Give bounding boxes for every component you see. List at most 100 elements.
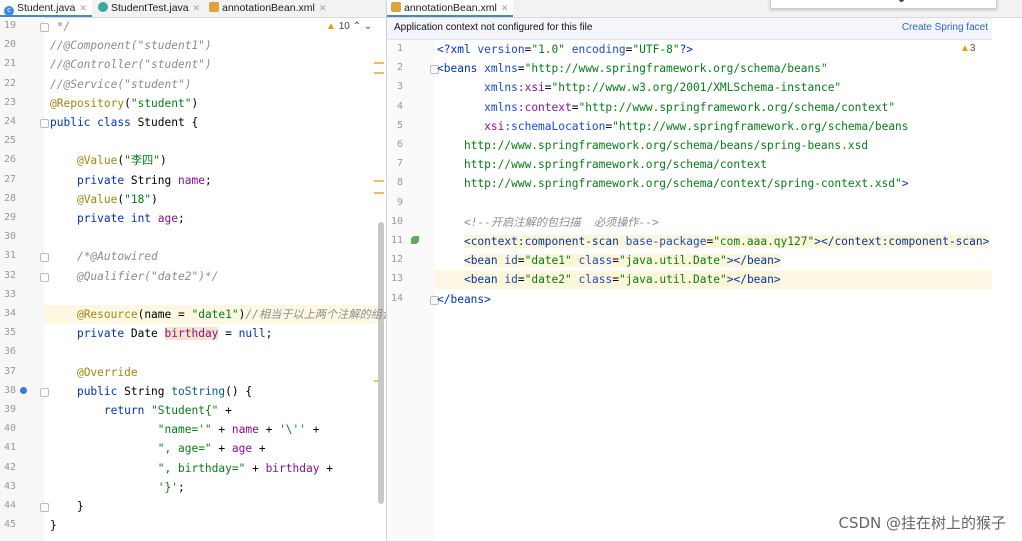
line-number: 10 [390, 215, 403, 227]
code-line[interactable]: xsi:schemaLocation="http://www.springfra… [437, 117, 908, 136]
code-line[interactable]: <bean id="date1" class="java.util.Date">… [437, 251, 781, 270]
code-line[interactable]: private String name; [50, 171, 212, 190]
line-number: 40 [3, 423, 16, 435]
chevron-down-icon[interactable]: ⌄ [364, 21, 372, 32]
scroll-marker[interactable] [374, 72, 384, 74]
code-line[interactable]: "name='" + name + '\'' + [50, 420, 320, 439]
line-number: 23 [3, 96, 16, 108]
line-number: 35 [3, 327, 16, 339]
code-line[interactable]: <?xml version="1.0" encoding="UTF-8"?> [437, 40, 693, 59]
code-line[interactable]: public class Student { [50, 113, 198, 132]
code-line[interactable]: <beans xmlns="http://www.springframework… [437, 59, 828, 78]
popup-window [770, 0, 997, 9]
create-spring-facet-link[interactable]: Create Spring facet [902, 22, 988, 33]
code-line[interactable]: <!--开启注解的包扫描 必须操作--> [437, 213, 659, 232]
line-number: 9 [396, 196, 403, 208]
chevron-up-icon[interactable]: ⌃ [353, 21, 361, 32]
close-icon[interactable]: ✕ [79, 3, 87, 13]
tab-label: StudentTest.java [111, 2, 189, 14]
tab-annotationbean-xml[interactable]: annotationBean.xml ✕ [205, 0, 334, 17]
code-line[interactable]: xmlns:context="http://www.springframewor… [437, 98, 895, 117]
notice-text: Application context not configured for t… [394, 22, 593, 33]
warning-icon: ▲ [326, 21, 336, 32]
right-gutter [387, 40, 435, 541]
popup-dot [899, 0, 904, 2]
code-line[interactable]: @Repository("student") [50, 94, 198, 113]
line-number: 32 [3, 269, 16, 281]
inspection-warnings-widget[interactable]: ▲3 [960, 43, 975, 54]
right-editor-pane: annotationBean.xml ✕ Application context … [387, 0, 1022, 541]
fold-toggle-icon[interactable] [40, 119, 49, 128]
tab-studenttest-java[interactable]: StudentTest.java ✕ [94, 0, 204, 17]
fold-toggle-icon[interactable] [40, 23, 49, 32]
code-line[interactable]: http://www.springframework.org/schema/co… [437, 155, 767, 174]
line-number: 39 [3, 404, 16, 415]
code-line[interactable]: ", age=" + age + [50, 439, 266, 458]
code-line[interactable]: ", birthday=" + birthday + [50, 459, 333, 478]
close-icon[interactable]: ✕ [501, 3, 509, 13]
override-method-icon[interactable] [20, 386, 27, 394]
code-line[interactable]: */ [50, 17, 70, 36]
warning-count: 3 [969, 43, 976, 54]
fold-toggle-icon[interactable] [40, 272, 49, 282]
code-line[interactable]: </beans> [437, 290, 491, 309]
fold-toggle-icon[interactable] [40, 253, 49, 263]
close-icon[interactable]: ✕ [193, 3, 201, 13]
code-line[interactable]: private Date birthday = null; [50, 324, 272, 343]
left-editor-pane: c Student.java ✕ StudentTest.java ✕ annotat… [0, 0, 393, 541]
code-line[interactable]: '}'; [50, 478, 185, 497]
tab-annotationbean-xml[interactable]: annotationBean.xml ✕ [387, 0, 513, 17]
line-number: 28 [3, 192, 16, 204]
code-line[interactable]: //@Service("student") [50, 75, 191, 94]
scroll-marker[interactable] [374, 192, 384, 194]
left-scrollbar-thumb[interactable] [378, 222, 384, 504]
line-number: 20 [3, 39, 16, 51]
code-line[interactable]: <context:component-scan base-package="co… [437, 232, 990, 251]
xml-file-icon [209, 2, 219, 12]
line-number: 1 [396, 43, 403, 54]
code-line[interactable]: xmlns:xsi="http://www.w3.org/2001/XMLSch… [437, 78, 841, 97]
code-line[interactable]: @Override [50, 363, 138, 382]
fold-toggle-icon[interactable] [40, 503, 49, 512]
line-number: 13 [390, 273, 403, 285]
left-tab-bar: c Student.java ✕ StudentTest.java ✕ annotat… [0, 0, 386, 18]
close-icon[interactable]: ✕ [319, 3, 327, 13]
code-line[interactable]: } [50, 516, 57, 535]
line-number: 21 [3, 58, 16, 70]
scroll-marker[interactable] [374, 62, 384, 64]
line-number: 7 [396, 158, 403, 170]
code-line[interactable]: @Qualifier("date2")*/ [50, 267, 218, 286]
line-number: 4 [396, 100, 403, 112]
code-line[interactable]: public String toString() { [50, 382, 252, 401]
warning-count: 10 [338, 21, 350, 32]
inspection-warnings-widget[interactable]: ▲ 10 ⌃ ⌄ [326, 21, 372, 32]
tab-student-java[interactable]: c Student.java ✕ [0, 0, 92, 17]
code-line[interactable]: /*@Autowired [50, 247, 158, 266]
code-line[interactable]: @Value("18") [50, 190, 158, 209]
line-number: 44 [3, 500, 16, 511]
scroll-marker[interactable] [374, 180, 384, 182]
watermark: CSDN @挂在树上的猴子 [838, 514, 1006, 532]
line-number: 24 [3, 116, 16, 127]
code-line[interactable]: private int age; [50, 209, 185, 228]
line-number: 29 [3, 212, 16, 223]
code-line[interactable]: <bean id="date2" class="java.util.Date">… [437, 270, 781, 289]
spring-bean-icon[interactable] [411, 236, 419, 244]
tab-label: Student.java [17, 2, 76, 14]
code-line[interactable]: //@Controller("student") [50, 55, 212, 74]
code-line[interactable]: @Resource(name = "date1")//相当于以上两个注解的组合 [50, 305, 393, 324]
code-line[interactable]: return "Student{" + [50, 401, 232, 420]
line-number: 19 [3, 20, 16, 31]
line-number: 42 [3, 461, 16, 473]
code-line[interactable]: //@Component("student1") [50, 36, 212, 55]
code-line[interactable]: http://www.springframework.org/schema/be… [437, 136, 868, 155]
line-number: 27 [3, 173, 16, 185]
code-line[interactable]: @Value("李四") [50, 151, 167, 170]
code-line[interactable]: } [50, 497, 84, 516]
line-number: 5 [396, 119, 403, 131]
code-line[interactable]: http://www.springframework.org/schema/co… [437, 174, 909, 193]
line-number: 37 [3, 365, 16, 377]
line-number: 2 [396, 62, 403, 74]
fold-toggle-icon[interactable] [40, 387, 49, 397]
line-number: 12 [390, 254, 403, 266]
